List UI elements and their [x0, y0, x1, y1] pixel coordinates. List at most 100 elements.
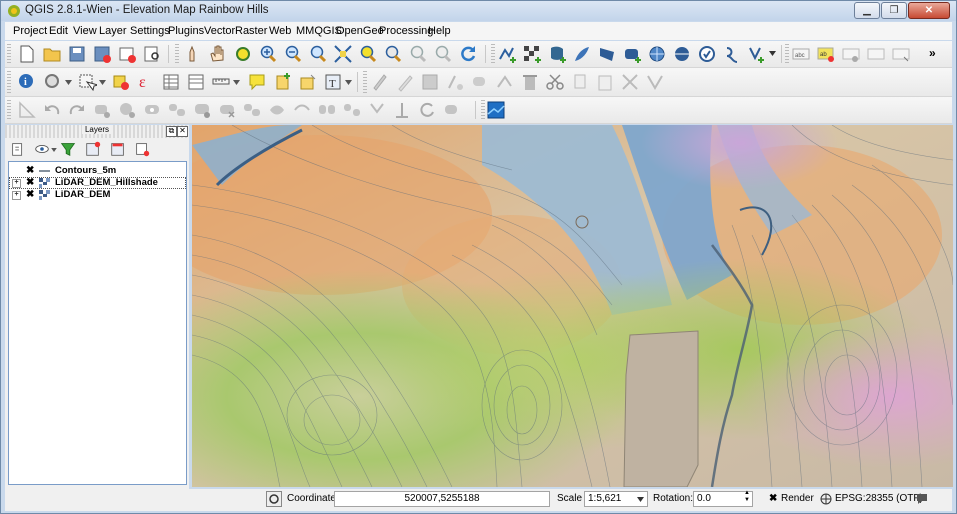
coordinate-field[interactable]: 520007,5255188 [334, 491, 550, 507]
zoom-in-icon[interactable] [258, 44, 278, 64]
delete-part-icon[interactable] [620, 72, 640, 92]
add-feature-icon[interactable] [445, 72, 465, 92]
layer-visibility-checkbox[interactable]: ✖ [26, 165, 34, 176]
coordinate-capture-icon[interactable] [486, 100, 506, 120]
menu-web[interactable]: Web [269, 25, 291, 37]
manage-visibility-icon[interactable] [33, 140, 51, 158]
rotate-point-symbols-icon[interactable] [417, 100, 437, 120]
add-postgis-layer-icon[interactable] [547, 44, 567, 64]
identify-features-icon[interactable]: i [17, 72, 37, 92]
new-layer-dropdown-icon[interactable] [747, 44, 767, 64]
close-button[interactable]: ✕ [908, 2, 950, 19]
add-wfs-layer-icon[interactable] [672, 44, 692, 64]
expand-icon[interactable]: + [12, 179, 21, 188]
select-features-icon[interactable] [77, 72, 97, 92]
show-hide-labels-icon[interactable] [866, 44, 886, 64]
node-tool-icon[interactable] [495, 72, 515, 92]
split-features-icon[interactable] [317, 100, 337, 120]
save-project-icon[interactable] [67, 44, 87, 64]
zoom-last-icon[interactable] [408, 44, 428, 64]
layer-row-selected[interactable]: + ✖ LiDAR_DEM_Hillshade [9, 177, 186, 189]
open-project-icon[interactable] [42, 44, 62, 64]
simplify-feature-icon[interactable] [117, 100, 137, 120]
add-vector-layer-icon[interactable] [497, 44, 517, 64]
zoom-full-icon[interactable] [333, 44, 353, 64]
delete-part-tool-icon[interactable] [242, 100, 262, 120]
measure-line-icon[interactable] [211, 72, 231, 92]
merge-attributes-icon[interactable] [392, 100, 412, 120]
new-print-composer-icon[interactable] [117, 44, 137, 64]
attribute-table-icon[interactable] [161, 72, 181, 92]
redo-icon[interactable] [67, 100, 87, 120]
message-bubble-icon[interactable] [915, 492, 929, 506]
add-raster-layer-icon[interactable] [522, 44, 542, 64]
menu-vector[interactable]: Vector [204, 25, 235, 37]
field-calculator-icon[interactable] [186, 72, 206, 92]
chevron-down-icon[interactable] [637, 497, 644, 502]
add-wms-layer-icon[interactable] [622, 44, 642, 64]
chevron-down-icon[interactable] [99, 80, 106, 85]
layer-visibility-checkbox[interactable]: ✖ [26, 177, 34, 188]
label-tool-icon[interactable]: abc [791, 44, 811, 64]
offset-curve-icon[interactable] [17, 100, 37, 120]
show-bookmarks-icon[interactable] [298, 72, 318, 92]
paste-features-icon[interactable] [595, 72, 615, 92]
expand-icon[interactable]: + [12, 191, 21, 200]
layer-visibility-checkbox[interactable]: ✖ [26, 189, 34, 200]
crs-globe-icon[interactable] [820, 493, 832, 505]
rotation-spinbox[interactable]: 0.0 ▲ ▼ [693, 490, 753, 507]
move-feature-icon[interactable] [470, 72, 490, 92]
zoom-to-selection-icon[interactable] [358, 44, 378, 64]
delete-ring-tool-icon[interactable] [217, 100, 237, 120]
offset-curve-tool-icon[interactable] [292, 100, 312, 120]
zoom-native-icon[interactable] [308, 44, 328, 64]
spin-arrows-icon[interactable]: ▲ ▼ [744, 490, 750, 504]
reshape-features-icon[interactable] [267, 100, 287, 120]
render-checkbox[interactable]: ✖ [769, 493, 777, 504]
pan-to-selection-icon[interactable] [233, 44, 253, 64]
offset-point-symbols-icon[interactable] [442, 100, 462, 120]
zoom-out-icon[interactable] [283, 44, 303, 64]
menu-mmqgis[interactable]: MMQGIS [296, 25, 342, 37]
add-spatialite-layer-icon[interactable] [572, 44, 592, 64]
maximize-button[interactable]: ❐ [881, 2, 907, 19]
add-group-icon[interactable] [84, 140, 102, 158]
menu-layer[interactable]: Layer [99, 25, 127, 37]
menu-view[interactable]: View [73, 25, 97, 37]
rotate-feature-icon[interactable] [92, 100, 112, 120]
split-parts-icon[interactable] [342, 100, 362, 120]
minimize-button[interactable]: ▁ [854, 2, 880, 19]
merge-features-icon[interactable] [367, 100, 387, 120]
measure-tool-icon[interactable] [43, 72, 63, 92]
touch-zoom-pan-icon[interactable] [183, 44, 203, 64]
select-by-expression-icon[interactable]: ε [136, 72, 156, 92]
menu-processing[interactable]: Processing [379, 25, 433, 37]
current-edits-icon[interactable] [370, 72, 390, 92]
composer-manager-icon[interactable] [142, 44, 162, 64]
map-tips-icon[interactable] [247, 72, 267, 92]
menu-raster[interactable]: Raster [235, 25, 267, 37]
save-layer-edits-icon[interactable] [420, 72, 440, 92]
zoom-next-icon[interactable] [433, 44, 453, 64]
chevron-down-icon[interactable] [345, 80, 352, 85]
menu-plugins[interactable]: Plugins [168, 25, 204, 37]
remove-layer-icon[interactable] [133, 140, 151, 158]
add-part-icon[interactable] [167, 100, 187, 120]
toggle-editing-icon[interactable] [395, 72, 415, 92]
scale-combobox[interactable]: 1:5,621 [584, 491, 648, 507]
crs-status[interactable]: EPSG:28355 (OTF) [835, 493, 923, 504]
new-project-icon[interactable] [17, 44, 37, 64]
chevron-down-icon[interactable] [233, 80, 240, 85]
pin-labels-icon[interactable] [841, 44, 861, 64]
zoom-to-layer-icon[interactable] [383, 44, 403, 64]
float-panel-button[interactable]: ⧉ [166, 126, 177, 137]
toolbar-overflow-icon[interactable]: » [929, 46, 936, 60]
text-annotation-icon[interactable]: T [323, 72, 343, 92]
menu-settings[interactable]: Settings [130, 25, 170, 37]
menu-project[interactable]: Project [13, 25, 47, 37]
messages-toggle-icon[interactable] [266, 491, 282, 507]
menu-help[interactable]: Help [428, 25, 451, 37]
layer-labeling-icon[interactable]: ab [816, 44, 836, 64]
expand-all-icon[interactable] [9, 140, 27, 158]
copy-features-icon[interactable] [570, 72, 590, 92]
